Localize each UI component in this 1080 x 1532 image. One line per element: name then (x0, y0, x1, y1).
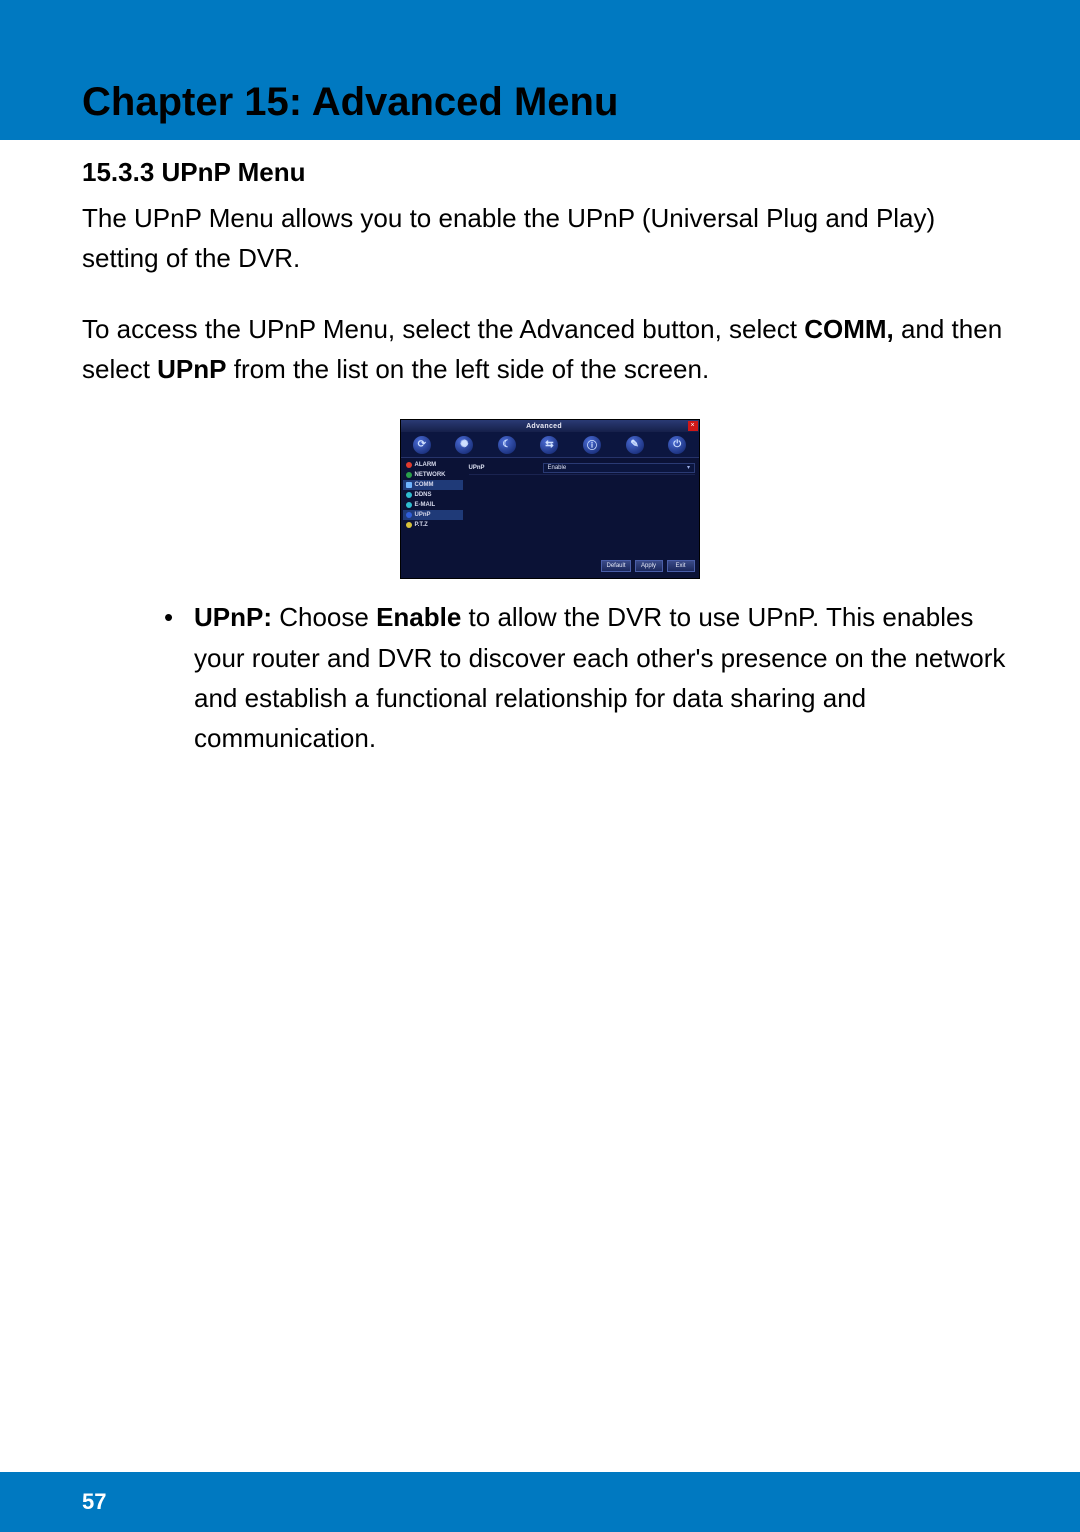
chapter-title: Chapter 15: Advanced Menu (82, 80, 618, 125)
bullet-text: UPnP: Choose Enable to allow the DVR to … (194, 597, 1017, 758)
sidebar-item-ddns[interactable]: DDNS (403, 490, 463, 500)
sidebar-item-label: ALARM (415, 462, 437, 468)
triangle-icon (406, 462, 412, 468)
dvr-button-row: Default Apply Exit (401, 554, 699, 578)
toolbar-icon[interactable]: ✎ (626, 436, 644, 454)
toolbar-icon[interactable]: ⓘ (583, 436, 601, 454)
text-fragment: To access the UPnP Menu, select the Adva… (82, 314, 804, 344)
dvr-window-title: Advanced (401, 423, 688, 430)
footer-band: 57 (0, 1472, 1080, 1532)
dvr-body: ALARM NETWORK COMM DDNS E-MAIL UPnP P.T.… (401, 458, 699, 554)
dvr-main-panel: UPnP Enable ▾ (465, 458, 699, 554)
toolbar-icon[interactable]: ⇆ (540, 436, 558, 454)
sidebar-item-label: NETWORK (415, 472, 446, 478)
network-icon (406, 472, 412, 478)
dvr-sidebar: ALARM NETWORK COMM DDNS E-MAIL UPnP P.T.… (401, 458, 465, 554)
exit-button[interactable]: Exit (667, 560, 695, 572)
bullet-icon: • (164, 597, 194, 758)
text-fragment: Choose (279, 602, 376, 632)
sidebar-item-network[interactable]: NETWORK (403, 470, 463, 480)
toolbar-icon[interactable]: ✺ (455, 436, 473, 454)
dvr-titlebar: Advanced × (401, 420, 699, 432)
sidebar-item-comm[interactable]: COMM (403, 480, 463, 490)
paragraph-intro: The UPnP Menu allows you to enable the U… (82, 198, 1017, 279)
text-bold-comm: COMM, (804, 314, 901, 344)
dot-icon (406, 492, 412, 498)
paragraph-access-path: To access the UPnP Menu, select the Adva… (82, 309, 1017, 390)
chevron-down-icon: ▾ (684, 464, 694, 471)
select-value: Enable (548, 465, 567, 471)
bullet-term: UPnP: (194, 602, 279, 632)
grid-icon (406, 482, 412, 488)
default-button[interactable]: Default (601, 560, 630, 572)
dvr-window: Advanced × ⟳ ✺ ☾ ⇆ ⓘ ✎ ⏻ ALARM NETWORK (400, 419, 700, 579)
text-bold-enable: Enable (376, 602, 461, 632)
close-icon[interactable]: × (688, 421, 698, 431)
sidebar-item-ptz[interactable]: P.T.Z (403, 520, 463, 530)
setting-label: UPnP (469, 465, 543, 471)
toolbar-icon[interactable]: ☾ (498, 436, 516, 454)
text-fragment: from the list on the left side of the sc… (227, 354, 710, 384)
sidebar-item-email[interactable]: E-MAIL (403, 500, 463, 510)
sidebar-item-upnp[interactable]: UPnP (403, 510, 463, 520)
sidebar-item-alarm[interactable]: ALARM (403, 460, 463, 470)
dvr-toolbar: ⟳ ✺ ☾ ⇆ ⓘ ✎ ⏻ (401, 432, 699, 458)
mail-icon (406, 502, 412, 508)
content-area: 15.3.3 UPnP Menu The UPnP Menu allows yo… (82, 155, 1017, 758)
dvr-screenshot: Advanced × ⟳ ✺ ☾ ⇆ ⓘ ✎ ⏻ ALARM NETWORK (400, 419, 700, 579)
sidebar-item-label: E-MAIL (415, 502, 436, 508)
toolbar-icon[interactable]: ⟳ (413, 436, 431, 454)
sidebar-item-label: P.T.Z (415, 522, 428, 528)
sidebar-item-label: UPnP (415, 512, 431, 518)
section-heading: 15.3.3 UPnP Menu (82, 155, 1017, 190)
page-number: 57 (82, 1489, 106, 1515)
gear-icon (406, 522, 412, 528)
dot-icon (406, 512, 412, 518)
bullet-list: • UPnP: Choose Enable to allow the DVR t… (82, 597, 1017, 758)
toolbar-icon[interactable]: ⏻ (668, 436, 686, 454)
upnp-select[interactable]: Enable ▾ (543, 463, 695, 473)
sidebar-item-label: DDNS (415, 492, 432, 498)
sidebar-item-label: COMM (415, 482, 434, 488)
setting-row-upnp: UPnP Enable ▾ (469, 461, 695, 475)
list-item: • UPnP: Choose Enable to allow the DVR t… (164, 597, 1017, 758)
text-bold-upnp: UPnP (157, 354, 226, 384)
apply-button[interactable]: Apply (635, 560, 663, 572)
